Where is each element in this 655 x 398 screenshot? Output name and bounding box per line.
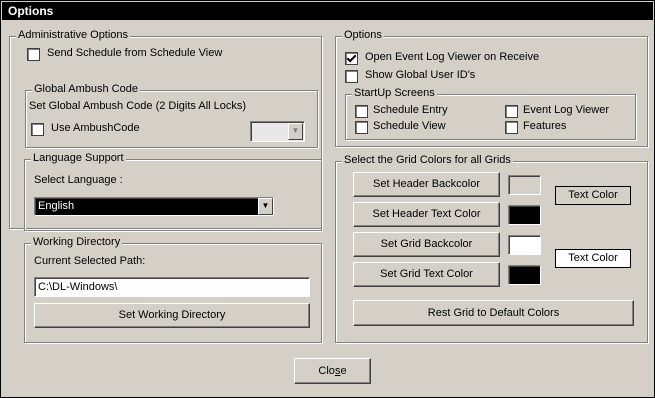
close-label-prefix: Clo xyxy=(318,365,335,377)
chevron-down-icon: ▼ xyxy=(291,126,300,135)
show-user-ids-label: Show Global User ID's xyxy=(365,69,476,81)
grid-colors-group: Select the Grid Colors for all Grids Set… xyxy=(335,154,648,343)
language-selected-value: English xyxy=(38,200,75,212)
close-label-suffix: e xyxy=(340,365,347,377)
language-dropdown-button[interactable]: ▼ xyxy=(258,198,273,215)
header-backcolor-swatch[interactable] xyxy=(508,175,541,195)
language-support-group: Language Support Select Language : Engli… xyxy=(24,152,322,231)
header-textcolor-swatch[interactable] xyxy=(508,205,541,225)
ambush-code-select[interactable]: ▼ xyxy=(250,121,305,142)
schedule-view-label: Schedule View xyxy=(373,120,446,132)
current-path-label: Current Selected Path: xyxy=(34,255,146,267)
grid-backcolor-swatch[interactable] xyxy=(508,235,541,255)
current-path-field[interactable]: C:\DL-Windows\ xyxy=(34,277,310,297)
set-header-text-color-button[interactable]: Set Header Text Color xyxy=(353,202,500,227)
header-text-color-preview: Text Color xyxy=(555,186,631,205)
use-ambush-label: Use AmbushCode xyxy=(51,122,140,134)
ambush-code-description: Set Global Ambush Code (2 Digits All Loc… xyxy=(29,100,247,112)
grid-text-color-preview: Text Color xyxy=(555,249,631,268)
set-grid-text-color-button[interactable]: Set Grid Text Color xyxy=(353,262,500,287)
close-button[interactable]: Close xyxy=(294,358,371,384)
send-schedule-label: Send Schedule from Schedule View xyxy=(47,47,223,59)
language-select[interactable]: English ▼ xyxy=(34,197,274,216)
options-group: Options Open Event Log Viewer on Receive… xyxy=(335,29,648,147)
options-legend: Options xyxy=(342,29,384,41)
ambush-code-legend: Global Ambush Code xyxy=(32,83,140,95)
send-schedule-checkbox[interactable] xyxy=(27,48,40,61)
grid-colors-legend: Select the Grid Colors for all Grids xyxy=(342,154,513,166)
startup-screens-legend: StartUp Screens xyxy=(352,87,437,99)
use-ambush-checkbox[interactable] xyxy=(31,123,44,136)
open-event-log-label: Open Event Log Viewer on Receive xyxy=(365,51,540,63)
event-log-viewer-checkbox[interactable] xyxy=(505,105,518,118)
ambush-code-group: Global Ambush Code Set Global Ambush Cod… xyxy=(25,83,318,148)
show-user-ids-checkbox[interactable] xyxy=(345,70,358,83)
reset-grid-colors-button[interactable]: Rest Grid to Default Colors xyxy=(353,300,634,326)
ambush-dropdown-button[interactable]: ▼ xyxy=(288,123,303,140)
set-working-directory-button[interactable]: Set Working Directory xyxy=(34,303,310,328)
features-label: Features xyxy=(523,120,567,132)
features-checkbox[interactable] xyxy=(505,121,518,134)
admin-options-legend: Administrative Options xyxy=(16,29,131,41)
set-grid-backcolor-button[interactable]: Set Grid Backcolor xyxy=(353,232,500,257)
startup-screens-group: StartUp Screens Schedule Entry Schedule … xyxy=(345,87,636,140)
set-header-backcolor-button[interactable]: Set Header Backcolor xyxy=(353,172,500,197)
schedule-entry-label: Schedule Entry xyxy=(373,104,448,116)
chevron-down-icon: ▼ xyxy=(261,201,270,210)
language-support-legend: Language Support xyxy=(31,152,126,164)
select-language-label: Select Language : xyxy=(34,174,123,186)
schedule-entry-checkbox[interactable] xyxy=(355,105,368,118)
event-log-viewer-label: Event Log Viewer xyxy=(523,104,610,116)
options-window: Options Administrative Options Send Sche… xyxy=(0,0,655,398)
schedule-view-checkbox[interactable] xyxy=(355,121,368,134)
working-directory-group: Working Directory Current Selected Path:… xyxy=(24,236,322,343)
grid-textcolor-swatch[interactable] xyxy=(508,265,541,285)
open-event-log-checkbox[interactable] xyxy=(345,52,358,65)
working-directory-legend: Working Directory xyxy=(31,236,123,248)
window-title: Options xyxy=(2,2,653,20)
